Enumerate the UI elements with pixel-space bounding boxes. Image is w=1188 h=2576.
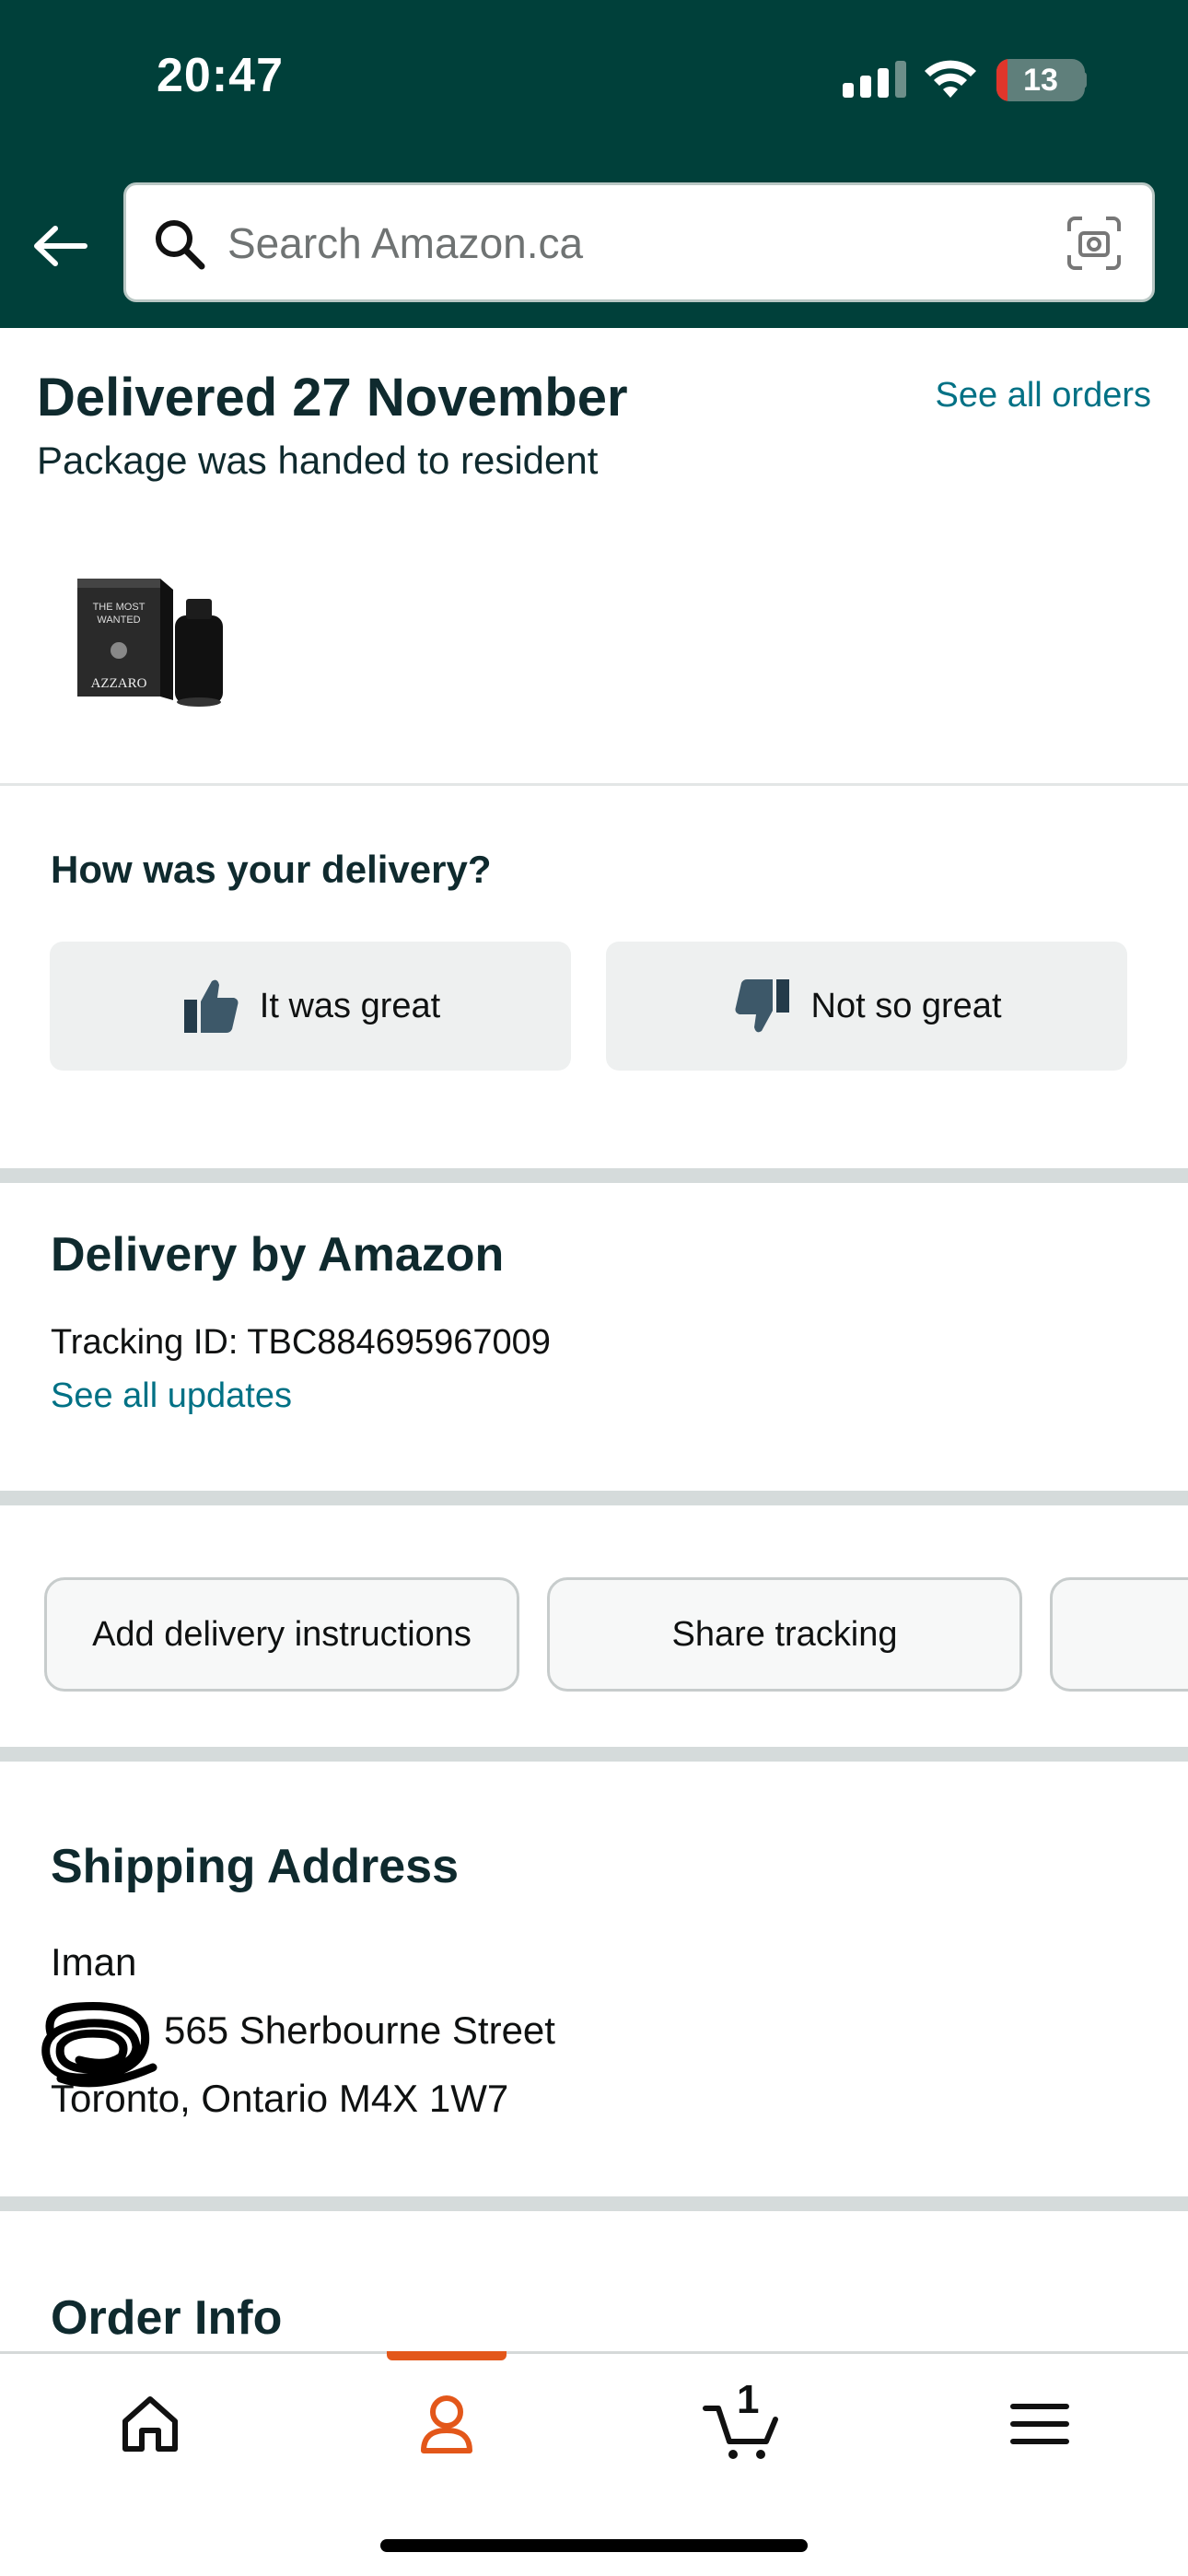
see-all-orders-link[interactable]: See all orders (936, 376, 1151, 416)
order-info-title: Order Info (51, 2291, 283, 2345)
status-time: 20:47 (157, 49, 284, 102)
thumbs-up-icon (183, 979, 239, 1033)
svg-text:THE MOST: THE MOST (93, 602, 146, 613)
home-icon[interactable] (109, 2383, 192, 2465)
battery-indicator: 13 (996, 59, 1085, 101)
divider (0, 783, 1188, 786)
more-actions-button[interactable] (1050, 1577, 1188, 1692)
svg-text:AZZARO: AZZARO (91, 676, 147, 691)
not-so-great-button[interactable]: Not so great (606, 942, 1127, 1071)
shipping-city-line: Toronto, Ontario M4X 1W7 (51, 2077, 509, 2120)
add-delivery-instructions-button[interactable]: Add delivery instructions (44, 1577, 519, 1692)
divider (0, 1747, 1188, 1762)
order-tracking-page: 20:47 13 Search Amazon.ca Delivered 27 N… (0, 0, 1188, 2576)
search-input[interactable]: Search Amazon.ca (123, 182, 1155, 302)
shipping-name: Iman (51, 1940, 137, 1984)
see-all-updates-link[interactable]: See all updates (51, 1376, 292, 1416)
camera-icon[interactable] (1066, 215, 1123, 272)
menu-icon[interactable] (998, 2383, 1081, 2465)
active-tab-indicator (387, 2351, 507, 2360)
header: 20:47 13 Search Amazon.ca (0, 0, 1188, 328)
battery-level: 13 (1023, 62, 1058, 98)
not-so-great-label: Not so great (810, 986, 1002, 1025)
back-arrow-icon[interactable] (28, 214, 92, 278)
shipping-street: 565 Sherbourne Street (164, 2008, 555, 2052)
product-image[interactable]: THE MOST WANTED AZZARO (72, 562, 228, 719)
cellular-signal-icon (843, 61, 906, 98)
svg-text:WANTED: WANTED (97, 615, 140, 626)
search-placeholder: Search Amazon.ca (227, 219, 584, 267)
account-icon[interactable] (405, 2383, 488, 2465)
delivery-feedback-question: How was your delivery? (51, 848, 492, 891)
delivery-status-subtitle: Package was handed to resident (37, 439, 599, 482)
thumbs-down-icon (735, 979, 789, 1033)
wifi-icon (925, 60, 976, 98)
search-icon (156, 220, 205, 270)
cart-count-badge: 1 (737, 2377, 760, 2422)
delivery-status-title: Delivered 27 November (37, 368, 628, 427)
share-tracking-button[interactable]: Share tracking (547, 1577, 1022, 1692)
carrier-title: Delivery by Amazon (51, 1228, 505, 1282)
shipping-address-title: Shipping Address (51, 1840, 459, 1893)
divider (0, 1168, 1188, 1183)
battery-tip (1079, 72, 1087, 88)
home-indicator (380, 2539, 808, 2552)
it-was-great-button[interactable]: It was great (50, 942, 571, 1071)
divider (0, 1491, 1188, 1505)
tracking-id: Tracking ID: TBC884695967009 (51, 1323, 551, 1362)
it-was-great-label: It was great (259, 986, 441, 1025)
divider (0, 2196, 1188, 2211)
